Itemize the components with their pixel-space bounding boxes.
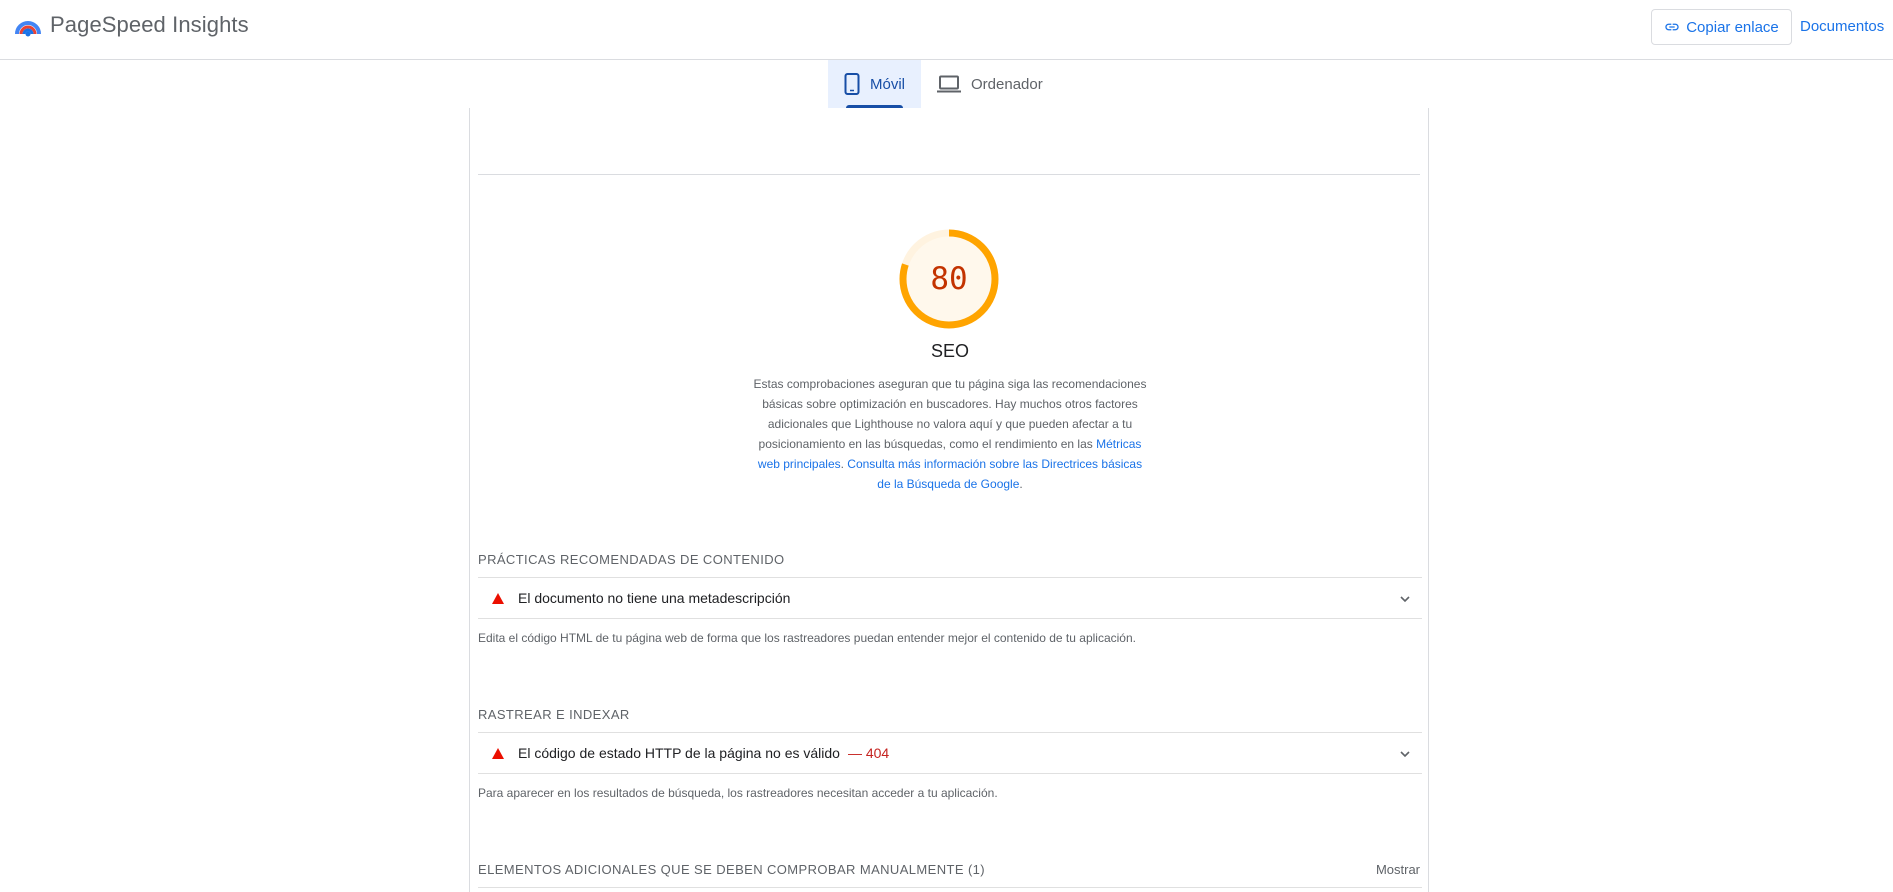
- manual-group-count: (1): [967, 862, 986, 877]
- group-description: Para aparecer en los resultados de búsqu…: [478, 786, 998, 800]
- category-title: SEO: [930, 341, 969, 361]
- search-essentials-link[interactable]: Consulta más información sobre las Direc…: [847, 457, 1142, 491]
- audit-meta-description[interactable]: El documento no tiene una metadescripció…: [478, 577, 1422, 619]
- docs-link[interactable]: Documentos: [1800, 18, 1884, 35]
- show-manual-button[interactable]: Mostrar: [1376, 862, 1420, 877]
- divider: [478, 887, 1422, 888]
- group-title-manual[interactable]: Elementos adicionales que se deben compr…: [478, 862, 985, 877]
- description-end: .: [1019, 477, 1023, 491]
- brand[interactable]: PageSpeed Insights: [14, 12, 249, 38]
- divider: [478, 174, 1420, 175]
- laptop-icon: [937, 75, 962, 93]
- link-icon: [1665, 23, 1679, 31]
- score-gauge: 80: [899, 229, 999, 329]
- smartphone-icon: [844, 73, 860, 95]
- copy-link-button[interactable]: Copiar enlace: [1651, 9, 1792, 45]
- group-title-content: Prácticas recomendadas de contenido: [478, 552, 785, 567]
- manual-group-label: Elementos adicionales que se deben compr…: [478, 862, 964, 877]
- chevron-down-icon: [1400, 596, 1410, 603]
- description-text: Estas comprobaciones aseguran que tu pág…: [753, 377, 1147, 451]
- app-name: PageSpeed Insights: [50, 12, 249, 37]
- category-description: Estas comprobaciones aseguran que tu pág…: [750, 374, 1150, 494]
- score-value: 80: [930, 261, 968, 297]
- device-tabs: Móvil Ordenador: [828, 60, 1059, 108]
- chevron-down-icon: [1400, 751, 1410, 758]
- audit-http-status[interactable]: El código de estado HTTP de la página no…: [478, 732, 1422, 774]
- tab-desktop-label: Ordenador: [971, 75, 1043, 93]
- seo-report: 80 SEO Estas comprobaciones aseguran que…: [469, 108, 1429, 892]
- tab-mobile[interactable]: Móvil: [828, 60, 922, 108]
- fail-triangle-icon: [492, 747, 504, 759]
- audit-title: El código de estado HTTP de la página no…: [518, 745, 840, 761]
- copy-link-label: Copiar enlace: [1686, 18, 1779, 36]
- fail-triangle-icon: [492, 592, 504, 604]
- tab-desktop[interactable]: Ordenador: [921, 60, 1059, 108]
- pagespeed-logo-icon: [15, 21, 41, 37]
- group-description: Edita el código HTML de tu página web de…: [478, 631, 1136, 645]
- tab-mobile-label: Móvil: [870, 75, 906, 93]
- group-title-crawl: Rastrear e indexar: [478, 707, 630, 722]
- audit-display-value: — 404: [847, 745, 890, 761]
- audit-title: El documento no tiene una metadescripció…: [518, 590, 791, 606]
- top-bar: PageSpeed Insights Copiar enlace Documen…: [0, 0, 1893, 60]
